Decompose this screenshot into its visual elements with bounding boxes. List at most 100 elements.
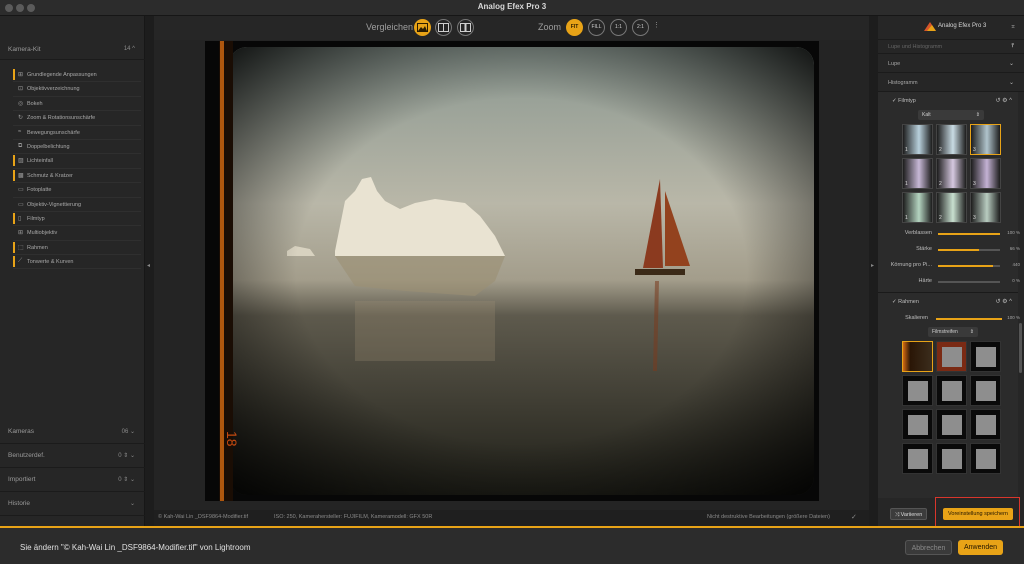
zoom-2-1-button[interactable]: 2:1 xyxy=(632,19,649,36)
frame-panel-icons[interactable]: ↺ ⚙ ^ xyxy=(995,298,1012,305)
filmtype-thumbnail[interactable]: 3 xyxy=(970,158,1001,189)
filmtype-thumbnail[interactable]: 2 xyxy=(936,192,967,223)
left-panel-collapse-handle[interactable]: ◂ xyxy=(145,16,154,526)
image-canvas[interactable]: 18 xyxy=(154,40,869,510)
left-section-header[interactable]: Benutzerdef. 0 ⇕ ⌄ xyxy=(0,444,145,468)
filmtype-thumbnail[interactable]: 1 xyxy=(902,124,933,155)
frame-thumbnail[interactable] xyxy=(902,341,933,372)
frame-thumbnail[interactable] xyxy=(970,409,1001,440)
frame-thumbnail[interactable] xyxy=(970,375,1001,406)
tool-item[interactable]: ▭ Fotoplatte xyxy=(13,183,141,198)
window-title: Analog Efex Pro 3 xyxy=(477,2,547,11)
tool-item[interactable]: ⧉ Doppelbelichtung xyxy=(13,140,141,155)
compare-side-by-side-button[interactable] xyxy=(457,19,474,36)
left-section-header[interactable]: Importiert 0 ⇕ ⌄ xyxy=(0,468,145,492)
tool-item[interactable]: ≈ Bewegungsunschärfe xyxy=(13,126,141,140)
frame-thumbnail[interactable] xyxy=(936,375,967,406)
frame-thumbnail[interactable] xyxy=(902,375,933,406)
filmtype-slider[interactable]: Stärke 66 % xyxy=(878,244,1024,256)
tool-item[interactable]: ⊡ Objektivverzeichnung xyxy=(13,82,141,97)
filmtype-thumbnail[interactable]: 3 xyxy=(970,192,1001,223)
frame-thumbnail[interactable] xyxy=(902,409,933,440)
frame-type-select[interactable]: Filmstreifen ⇕ xyxy=(928,327,978,337)
filmtype-thumbnail[interactable]: 1 xyxy=(902,158,933,189)
filmtype-thumbnail[interactable]: 3 xyxy=(970,124,1001,155)
compare-single-button[interactable] xyxy=(414,19,431,36)
chevron-down-icon: ⌄ xyxy=(128,429,135,435)
app-window: Analog Efex Pro 3 Kamera-Kit 14 ^ ⊞ Grund… xyxy=(0,0,1024,564)
tool-item[interactable]: ⬚ Rahmen xyxy=(13,241,141,256)
zoom-menu-icon[interactable]: ⋮ xyxy=(653,21,660,29)
tool-item[interactable]: ⟋ Tonwerte & Kurven xyxy=(13,255,141,270)
zoom-fit-button[interactable]: FIT xyxy=(566,19,583,36)
slider-track[interactable] xyxy=(938,249,1000,251)
checkmark-icon[interactable]: ✓ xyxy=(851,513,857,521)
collapse-panel-icon[interactable]: ⌅ xyxy=(1010,22,1016,30)
filmtype-thumbnail[interactable]: 2 xyxy=(936,158,967,189)
filmtype-slider[interactable]: Verblassen 100 % xyxy=(878,228,1024,240)
filmtype-thumbnail[interactable]: 2 xyxy=(936,124,967,155)
scale-slider[interactable]: Skalieren 100 % xyxy=(878,313,1024,325)
slider-track[interactable] xyxy=(938,233,1000,235)
tool-item[interactable]: ▩ Schmutz & Kratzer xyxy=(13,169,141,184)
apply-button[interactable]: Anwenden xyxy=(958,540,1003,555)
tool-icon: ⟋ xyxy=(18,258,23,265)
frame-thumbnail[interactable] xyxy=(902,443,933,474)
tool-icon: ⊞ xyxy=(18,72,24,78)
scale-slider-track[interactable] xyxy=(936,318,1002,320)
filmtype-select[interactable]: Kalt ⇕ xyxy=(918,110,984,120)
slider-track[interactable] xyxy=(938,265,1000,267)
tool-item[interactable]: ▨ Lichteinfall xyxy=(13,154,141,169)
camera-kit-header[interactable]: Kamera-Kit 14 ^ xyxy=(0,38,145,60)
frame-thumbnail[interactable] xyxy=(970,341,1001,372)
filmtype-slider[interactable]: Körnung pro Pi... 440 xyxy=(878,260,1024,272)
title-bar: Analog Efex Pro 3 xyxy=(0,0,1024,16)
slider-label: Stärke xyxy=(916,246,932,252)
tool-icon: ≈ xyxy=(18,128,22,135)
brand-logo-icon xyxy=(924,22,936,31)
histogram-section[interactable]: Histogramm ⌄ xyxy=(878,73,1024,92)
tool-item[interactable]: ⊞ Multiobjektiv xyxy=(13,226,141,241)
scale-slider-label: Skalieren xyxy=(905,315,928,321)
frame-thumbnail[interactable] xyxy=(936,443,967,474)
tool-label: Objektivverzeichnung xyxy=(27,86,80,93)
side-by-side-icon xyxy=(460,23,471,32)
compare-split-button[interactable] xyxy=(435,19,452,36)
frame-thumbnail[interactable] xyxy=(970,443,1001,474)
thumbnail-number: 2 xyxy=(939,147,942,153)
cancel-button[interactable]: Abbrechen xyxy=(905,540,952,555)
tool-icon: ▭ xyxy=(18,187,24,194)
right-panel-collapse-handle[interactable]: ▸ xyxy=(869,16,878,526)
tool-item[interactable]: ◎ Bokeh xyxy=(13,97,141,112)
thumbnail-number: 3 xyxy=(973,181,976,187)
loupe-histogram-search[interactable]: Lupe und Histogramm ⫯ xyxy=(878,40,1024,54)
slider-track[interactable] xyxy=(938,281,1000,283)
loupe-histogram-placeholder: Lupe und Histogramm xyxy=(888,44,943,50)
photo-preview[interactable]: 18 xyxy=(205,41,819,501)
left-section-header[interactable]: Kameras 06 ⌄ xyxy=(0,420,145,444)
right-panel-scrollbar[interactable] xyxy=(1019,323,1022,373)
loupe-section[interactable]: Lupe ⌄ xyxy=(878,54,1024,73)
filmtype-thumbnail[interactable]: 1 xyxy=(902,192,933,223)
split-view-icon xyxy=(438,23,449,32)
left-section-header[interactable]: Historie ⌄ xyxy=(0,492,145,516)
filmtype-panel-icons[interactable]: ↺ ⚙ ^ xyxy=(995,97,1012,104)
tool-icon: ▯ xyxy=(18,215,22,222)
frame-thumbnail[interactable] xyxy=(936,341,967,372)
variate-button[interactable]: ⤨ Variieren xyxy=(890,508,927,520)
tool-label: Multiobjektiv xyxy=(27,230,58,237)
pin-icon[interactable]: ⫯ xyxy=(1011,43,1014,50)
tool-item[interactable]: ▯ Filmtyp xyxy=(13,212,141,227)
filmtype-title[interactable]: Filmtyp xyxy=(892,98,916,104)
zoom-fill-button[interactable]: FILL xyxy=(588,19,605,36)
tool-label: Bokeh xyxy=(27,100,43,107)
frame-thumbnail[interactable] xyxy=(936,409,967,440)
tool-icon: ⊞ xyxy=(18,230,24,237)
filmtype-slider[interactable]: Härte 0 % xyxy=(878,276,1024,288)
tool-item[interactable]: ⊞ Grundlegende Anpassungen xyxy=(13,68,141,83)
tool-item[interactable]: ↻ Zoom & Rotationsunschärfe xyxy=(13,111,141,126)
tool-item[interactable]: ▭ Objektiv-Vignettierung xyxy=(13,198,141,212)
frame-title[interactable]: Rahmen xyxy=(892,299,919,305)
tool-icon: ◎ xyxy=(18,100,24,107)
zoom-1-1-button[interactable]: 1:1 xyxy=(610,19,627,36)
